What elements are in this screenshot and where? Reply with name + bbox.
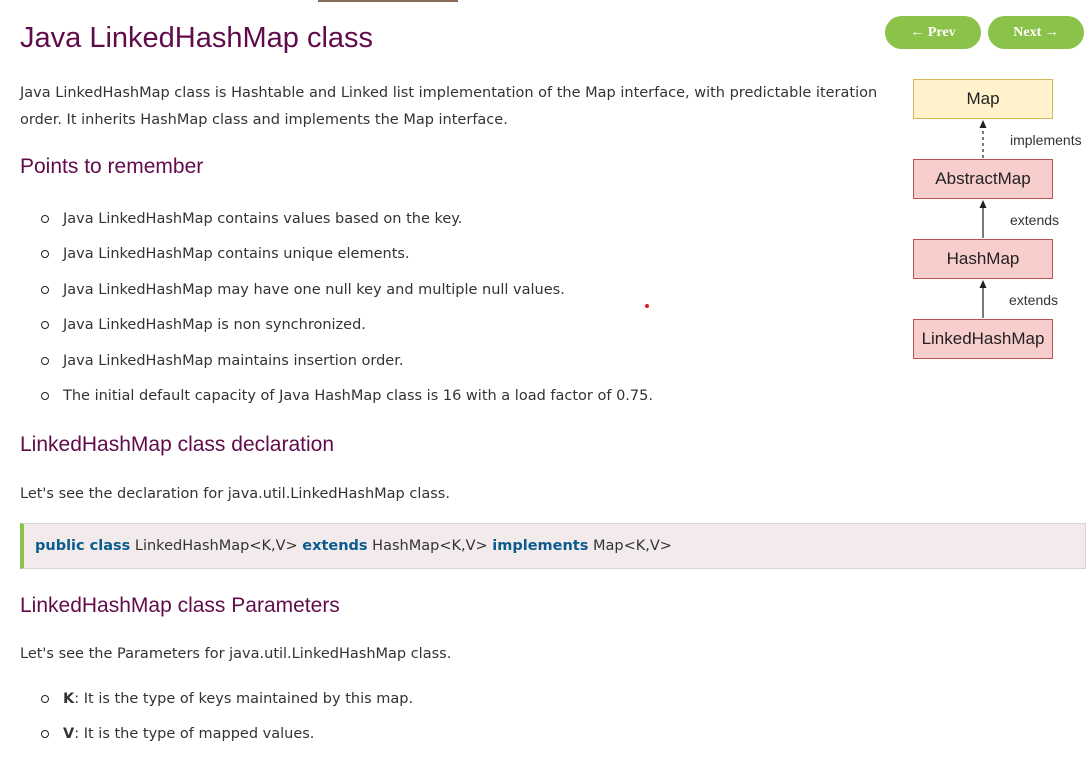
page-title: Java LinkedHashMap class <box>20 22 374 54</box>
implements-arrow <box>979 120 987 158</box>
list-item: V: It is the type of mapped values. <box>40 724 413 759</box>
declaration-heading: LinkedHashMap class declaration <box>20 433 335 456</box>
diagram-node-linkedhashmap: LinkedHashMap <box>913 319 1053 359</box>
parameters-heading: LinkedHashMap class Parameters <box>20 594 340 617</box>
extends-arrow <box>979 200 987 238</box>
next-button[interactable]: Next → <box>988 16 1084 49</box>
points-list: Java LinkedHashMap contains values based… <box>40 209 653 421</box>
diagram-node-map: Map <box>913 79 1053 119</box>
list-item: K: It is the type of keys maintained by … <box>40 689 413 724</box>
list-item: Java LinkedHashMap maintains insertion o… <box>40 351 653 386</box>
parameters-text: Let's see the Parameters for java.util.L… <box>20 646 452 662</box>
param-desc: : It is the type of keys maintained by t… <box>74 691 414 707</box>
param-term: V <box>63 726 75 743</box>
list-item: Java LinkedHashMap contains values based… <box>40 209 653 244</box>
intro-paragraph: Java LinkedHashMap class is Hashtable an… <box>20 85 878 128</box>
relation-label: extends <box>1009 292 1059 308</box>
list-item: Java LinkedHashMap is non synchronized. <box>40 315 653 350</box>
list-item: Java LinkedHashMap may have one null key… <box>40 280 653 315</box>
top-image-edge <box>318 0 458 2</box>
code-block: public class LinkedHashMap<K,V> extends … <box>20 523 1086 569</box>
diagram-node-hashmap: HashMap <box>913 239 1053 279</box>
list-item: Java LinkedHashMap contains unique eleme… <box>40 244 653 279</box>
code-keyword: public class <box>35 538 131 554</box>
declaration-text: Let's see the declaration for java.util.… <box>20 486 450 502</box>
list-item: The initial default capacity of Java Has… <box>40 386 653 421</box>
prev-button[interactable]: ← Prev <box>885 16 981 49</box>
diagram-node-abstractmap: AbstractMap <box>913 159 1053 199</box>
relation-label: extends <box>1010 212 1060 228</box>
cursor-dot <box>645 304 649 308</box>
code-text: HashMap<K,V> <box>367 538 493 554</box>
relation-label: implements <box>1010 132 1082 148</box>
param-desc: : It is the type of mapped values. <box>74 726 315 743</box>
param-term: K <box>63 691 75 707</box>
code-keyword: implements <box>492 538 589 554</box>
parameters-list: K: It is the type of keys maintained by … <box>40 689 413 760</box>
code-text: LinkedHashMap<K,V> <box>130 538 303 554</box>
code-text: Map<K,V> <box>588 538 672 554</box>
points-heading: Points to remember <box>20 155 204 178</box>
code-keyword: extends <box>302 538 368 554</box>
extends-arrow <box>979 280 987 318</box>
